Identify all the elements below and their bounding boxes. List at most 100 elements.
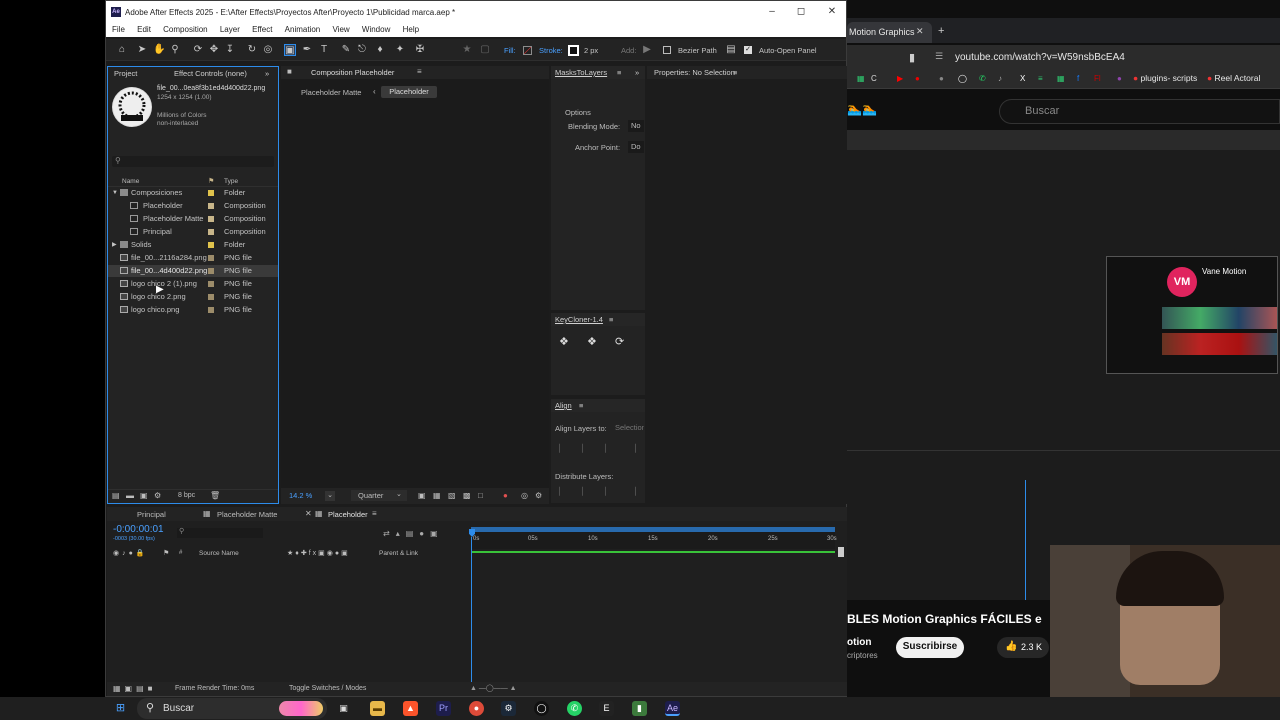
x-icon[interactable]: X: [1020, 74, 1025, 83]
parent-link-header[interactable]: Parent & Link: [379, 550, 418, 557]
file-explorer-icon[interactable]: ▬: [370, 701, 385, 716]
instagram-icon[interactable]: ◯: [958, 74, 967, 83]
maximize-icon[interactable]: ◻: [791, 5, 811, 19]
project-search-input[interactable]: ⚲: [112, 156, 274, 167]
paste-keys-icon[interactable]: ❖: [587, 335, 597, 348]
pan-tool-icon[interactable]: ✥: [208, 44, 220, 56]
label-swatch[interactable]: [208, 268, 214, 274]
new-folder-icon[interactable]: ▬: [126, 491, 134, 500]
keycloner-title[interactable]: KeyCloner-1.4: [555, 313, 603, 326]
new-composition-icon[interactable]: ▣: [140, 491, 148, 500]
windows-start-icon[interactable]: ⊞: [113, 701, 128, 716]
align-title[interactable]: Align: [555, 399, 572, 412]
pen-tool-icon[interactable]: ✒: [301, 44, 313, 56]
snapping-icon[interactable]: ★: [461, 44, 473, 56]
premiere-icon[interactable]: Pr: [436, 701, 451, 716]
bookmark-purple-icon[interactable]: ●: [1117, 74, 1122, 83]
align-left-icon[interactable]: ⎸: [559, 443, 568, 454]
label-swatch[interactable]: [208, 190, 214, 196]
timeline-scroll-handle[interactable]: [838, 547, 844, 557]
label-swatch[interactable]: [208, 307, 214, 313]
timeline-tab-placeholder-matte[interactable]: Placeholder Matte: [217, 510, 277, 519]
label-swatch[interactable]: [208, 229, 214, 235]
align-to-dropdown[interactable]: Selection: [613, 422, 644, 434]
brave-icon[interactable]: ▲: [403, 701, 418, 716]
fill-label[interactable]: Fill:: [504, 46, 516, 55]
label-swatch[interactable]: [208, 281, 214, 287]
menu-edit[interactable]: Edit: [137, 23, 151, 37]
type-tool-icon[interactable]: T: [318, 44, 330, 56]
bookmark-reel[interactable]: ● Reel Actoral: [1207, 73, 1260, 83]
breadcrumb-placeholder[interactable]: Placeholder: [381, 86, 437, 98]
taskbar-search-input[interactable]: ⚲ Buscar: [137, 698, 327, 719]
add-menu-icon[interactable]: ▶: [641, 44, 653, 56]
whatsapp-icon[interactable]: ✆: [979, 74, 986, 83]
panel-menu-icon[interactable]: ≡: [372, 509, 377, 518]
menu-file[interactable]: File: [112, 23, 125, 37]
browser-tab-active[interactable]: Motion Graphics ✕: [847, 22, 932, 43]
zoom-tool-icon[interactable]: ⚲: [169, 44, 181, 56]
align-right-icon[interactable]: ⎸: [605, 443, 614, 454]
timeline-switches-icons[interactable]: ⇄▴▤●▣: [383, 529, 444, 538]
timecode-display[interactable]: -0:00:00:01: [113, 524, 164, 535]
auto-open-checkbox[interactable]: ✓: [744, 46, 752, 54]
project-item[interactable]: logo chico 2.png PNG file: [108, 291, 278, 303]
after-effects-taskbar-icon[interactable]: Ae: [665, 701, 680, 716]
like-button[interactable]: 👍 2.3 K: [997, 637, 1049, 658]
channel-icon[interactable]: ●: [503, 491, 508, 500]
cycle-keys-icon[interactable]: ⟳: [615, 335, 624, 348]
panel-overflow-icon[interactable]: »: [265, 67, 269, 80]
panel-overflow-icon[interactable]: »: [635, 66, 639, 79]
roto-brush-icon[interactable]: ✦: [394, 44, 406, 56]
panel-menu-icon[interactable]: ≡: [579, 399, 583, 412]
tab-project[interactable]: Project: [114, 67, 137, 80]
panel-menu-icon[interactable]: ≡: [609, 313, 613, 326]
youtube-icon[interactable]: ▶: [897, 74, 903, 83]
delete-icon[interactable]: 🗑: [210, 491, 220, 500]
panel-menu-icon[interactable]: ≡: [617, 66, 621, 79]
hand-tool-icon[interactable]: ✋: [153, 44, 165, 56]
distribute-bottom-icon[interactable]: ⎸: [605, 486, 614, 497]
panel-menu-icon[interactable]: ≡: [733, 66, 737, 79]
menu-composition[interactable]: Composition: [163, 23, 207, 37]
stroke-label[interactable]: Stroke:: [539, 46, 563, 55]
panel-menu-icon[interactable]: ≡: [417, 67, 422, 76]
align-center-icon[interactable]: ⎸: [582, 443, 591, 454]
composition-panel-title[interactable]: Composition Placeholder: [311, 68, 394, 77]
label-swatch[interactable]: [208, 203, 214, 209]
time-ruler[interactable]: 0s 05s 10s 15s 20s 25s 30s: [471, 527, 837, 549]
masks-title[interactable]: MasksToLayers: [555, 66, 607, 79]
bookmark-sheets-icon[interactable]: ▦: [857, 74, 865, 83]
project-item[interactable]: Principal Composition: [108, 226, 278, 238]
label-column-icon[interactable]: ⚑: [208, 177, 214, 185]
menu-animation[interactable]: Animation: [285, 23, 321, 37]
minimize-icon[interactable]: –: [762, 5, 782, 19]
av-switches-icons[interactable]: ◉♪●🔒: [113, 549, 148, 557]
project-item[interactable]: ▶ Solids Folder: [108, 239, 278, 251]
selection-tool-icon[interactable]: ➤: [136, 44, 148, 56]
distribute-top-icon[interactable]: ⎸: [559, 486, 568, 497]
bookmark-green-icon[interactable]: ≡: [1038, 74, 1043, 83]
chrome-icon[interactable]: ●: [469, 701, 484, 716]
expand-arrow-icon[interactable]: ▼: [112, 187, 118, 199]
project-item[interactable]: ▼ Composiciones Folder: [108, 187, 278, 199]
url-field[interactable]: youtube.com/watch?v=W59nsbBcEA4: [955, 52, 1125, 63]
menu-effect[interactable]: Effect: [252, 23, 272, 37]
close-tab-icon[interactable]: ✕: [305, 509, 312, 518]
snapshot-icon[interactable]: □: [478, 491, 483, 500]
fill-swatch[interactable]: [523, 46, 532, 55]
anchor-point-dropdown[interactable]: Do: [628, 141, 644, 153]
video-player[interactable]: VM Vane Motion: [847, 130, 1280, 697]
bookmark-chat-icon[interactable]: ▦: [1057, 74, 1065, 83]
label-swatch[interactable]: [208, 294, 214, 300]
distribute-center-icon[interactable]: ⎸: [582, 486, 591, 497]
zoom-dropdown-icon[interactable]: ⌄: [325, 491, 335, 501]
task-view-icon[interactable]: ▣: [336, 701, 351, 716]
home-icon[interactable]: ⌂: [116, 44, 128, 56]
label-swatch[interactable]: [208, 216, 214, 222]
reset-exposure-icon[interactable]: ◎: [521, 491, 528, 500]
project-item[interactable]: file_00...2116a284.png PNG file: [108, 252, 278, 264]
project-item[interactable]: logo chico.png PNG file: [108, 304, 278, 316]
label-column-icon[interactable]: ⚑: [163, 549, 169, 557]
whatsapp-icon[interactable]: ✆: [567, 701, 582, 716]
